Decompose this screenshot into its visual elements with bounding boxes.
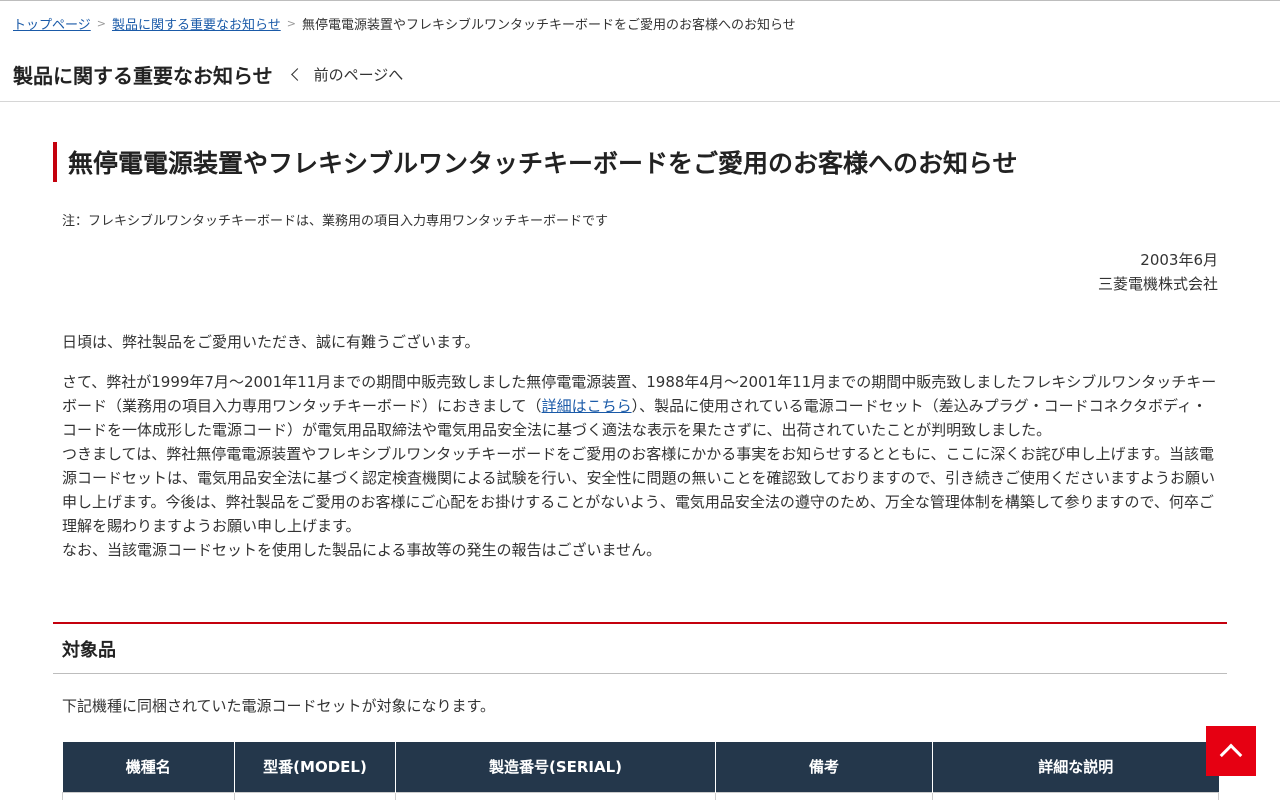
- column-header-details: 詳細な説明: [932, 742, 1219, 792]
- notice-date: 2003年6月: [1140, 251, 1218, 269]
- targets-lead: 下記機種に同梱されていた電源コードセットが対象になります。: [62, 697, 496, 715]
- column-header-remarks: 備考: [715, 742, 933, 792]
- greeting-text: 日頃は、弊社製品をご愛用いただき、誠に有難うございます。: [62, 333, 480, 351]
- header-divider: [0, 101, 1280, 102]
- notice-body: さて、弊社が1999年7月～2001年11月までの期間中販売致しました無停電電源…: [62, 370, 1217, 562]
- breadcrumb-separator: >: [96, 16, 106, 30]
- back-link[interactable]: 前のページへ: [290, 64, 404, 85]
- targets-heading: 対象品: [53, 622, 1227, 674]
- body-paragraph-2: つきましては、弊社無停電電源装置やフレキシブルワンタッチキーボードをご愛用のお客…: [62, 445, 1216, 535]
- table-cell: [234, 791, 396, 800]
- body-paragraph-3: なお、当該電源コードセットを使用した製品による事故等の発生の報告はございません。: [62, 541, 662, 559]
- breadcrumb: トップページ > 製品に関する重要なお知らせ > 無停電電源装置やフレキシブルワ…: [13, 13, 796, 33]
- table-cell: [932, 791, 1219, 800]
- section-header: 製品に関する重要なお知らせ 前のページへ: [13, 58, 403, 90]
- breadcrumb-current: 無停電電源装置やフレキシブルワンタッチキーボードをご愛用のお客様へのお知らせ: [301, 17, 796, 33]
- table-row: [62, 791, 1219, 800]
- breadcrumb-link-notices[interactable]: 製品に関する重要なお知らせ: [112, 14, 281, 33]
- body-paragraph-1: さて、弊社が1999年7月～2001年11月までの期間中販売致しました無停電電源…: [62, 370, 1217, 442]
- table-cell: [715, 791, 933, 800]
- section-title: 製品に関する重要なお知らせ: [13, 63, 273, 88]
- notice-company: 三菱電機株式会社: [1097, 275, 1218, 293]
- product-note: 注：フレキシブルワンタッチキーボードは、業務用の項目入力専用ワンタッチキーボード…: [62, 214, 609, 229]
- table-header-row: 機種名 型番(MODEL) 製造番号(SERIAL) 備考 詳細な説明: [62, 742, 1219, 792]
- back-to-top-button[interactable]: [1206, 726, 1256, 776]
- chevron-up-icon: [1219, 743, 1243, 767]
- breadcrumb-separator: >: [286, 16, 296, 30]
- column-header-serial: 製造番号(SERIAL): [395, 742, 716, 792]
- column-header-model-name: 機種名: [62, 742, 235, 792]
- column-header-model: 型番(MODEL): [234, 742, 396, 792]
- page-title: 無停電電源装置やフレキシブルワンタッチキーボードをご愛用のお客様へのお知らせ: [53, 142, 1213, 182]
- breadcrumb-link-top[interactable]: トップページ: [13, 14, 91, 33]
- chevron-left-icon: [290, 68, 304, 81]
- top-border: [0, 0, 1280, 1]
- back-link-label: 前のページへ: [313, 65, 404, 84]
- table-cell: [395, 791, 716, 800]
- notice-meta: 2003年6月 三菱電機株式会社: [1098, 248, 1218, 296]
- target-products-table: 機種名 型番(MODEL) 製造番号(SERIAL) 備考 詳細な説明: [62, 742, 1219, 800]
- table-cell: [62, 791, 235, 800]
- details-link[interactable]: 詳細はこちら: [542, 397, 632, 415]
